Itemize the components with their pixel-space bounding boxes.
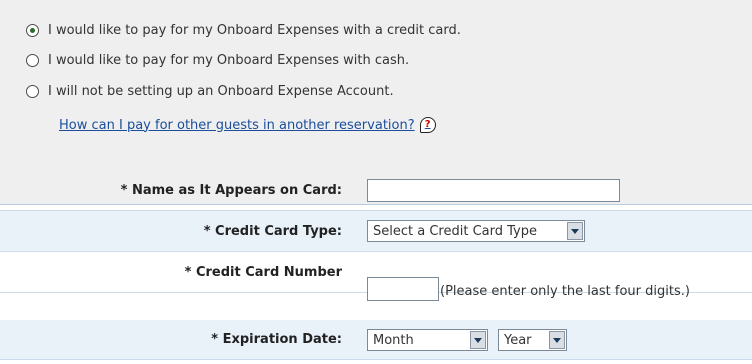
card-type-row: * Credit Card Type: Select a Credit Card… xyxy=(0,211,752,252)
help-link-text: How can I pay for other guests in anothe… xyxy=(59,117,415,133)
radio-credit-card-label: I would like to pay for my Onboard Expen… xyxy=(48,22,461,38)
radio-option-credit-card[interactable]: I would like to pay for my Onboard Expen… xyxy=(26,19,461,41)
expiration-row: * Expiration Date: Month Year xyxy=(0,320,752,360)
name-on-card-row: * Name as It Appears on Card: xyxy=(0,170,752,211)
radio-cash[interactable] xyxy=(26,53,39,67)
help-bubble-icon[interactable]: ? xyxy=(419,117,436,133)
card-number-input[interactable] xyxy=(367,277,439,301)
other-guests-help-link[interactable]: How can I pay for other guests in anothe… xyxy=(59,117,436,133)
radio-option-no-account[interactable]: I will not be setting up an Onboard Expe… xyxy=(26,80,394,102)
expiration-label: * Expiration Date: xyxy=(211,332,342,347)
radio-option-cash[interactable]: I would like to pay for my Onboard Expen… xyxy=(26,49,409,71)
card-number-row: * Credit Card Number (Please enter only … xyxy=(0,252,752,301)
expiration-month-select[interactable]: Month xyxy=(367,329,488,351)
name-on-card-input[interactable] xyxy=(367,179,620,202)
name-on-card-label: * Name as It Appears on Card: xyxy=(120,182,342,198)
year-chevron-down-icon[interactable] xyxy=(549,331,565,349)
month-chevron-down-icon[interactable] xyxy=(470,331,486,349)
radio-credit-card[interactable] xyxy=(26,23,39,37)
card-number-note: (Please enter only the last four digits.… xyxy=(440,284,690,299)
expiration-year-select[interactable]: Year xyxy=(498,329,567,351)
card-type-select-value: Select a Credit Card Type xyxy=(373,223,537,239)
card-type-select[interactable]: Select a Credit Card Type xyxy=(367,220,585,242)
year-select-value: Year xyxy=(504,332,532,348)
card-type-label: * Credit Card Type: xyxy=(203,223,342,239)
radio-no-account[interactable] xyxy=(26,84,39,98)
month-select-value: Month xyxy=(373,332,414,348)
radio-cash-label: I would like to pay for my Onboard Expen… xyxy=(48,52,410,68)
card-number-label: * Credit Card Number xyxy=(184,264,342,280)
card-type-chevron-down-icon[interactable] xyxy=(567,222,583,240)
radio-no-account-label: I will not be setting up an Onboard Expe… xyxy=(48,83,394,99)
